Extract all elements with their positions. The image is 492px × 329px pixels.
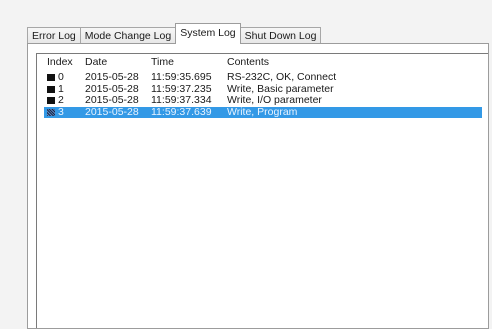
row-time: 11:59:37.334: [151, 94, 212, 106]
row-date: 2015-05-28: [85, 105, 139, 118]
row-index: 2: [58, 94, 64, 106]
list-rows: 0 2015-05-28 11:59:35.695 RS-232C, OK, C…: [37, 71, 488, 119]
log-row[interactable]: 2 2015-05-28 11:59:37.334 Write, I/O par…: [37, 94, 488, 107]
log-tab-strip: Error Log Mode Change Log System Log Shu…: [27, 22, 322, 44]
row-time: 11:59:35.695: [151, 71, 212, 83]
row-index-cell: 3: [47, 105, 64, 119]
tab-mode-change-log[interactable]: Mode Change Log: [79, 27, 177, 44]
list-header: Index Date Time Contents: [37, 54, 488, 71]
row-contents: Write, I/O parameter: [227, 94, 322, 106]
row-index: 0: [58, 71, 64, 83]
row-contents: Write, Program: [227, 105, 298, 118]
row-index: 3: [58, 105, 64, 118]
tab-panel-system-log: Index Date Time Contents 0 2015-05-28 11…: [27, 43, 489, 329]
column-header-time[interactable]: Time: [151, 54, 174, 71]
row-date: 2015-05-28: [85, 94, 139, 106]
log-row[interactable]: 0 2015-05-28 11:59:35.695 RS-232C, OK, C…: [37, 71, 488, 84]
row-contents: RS-232C, OK, Connect: [227, 71, 337, 83]
log-row-selected[interactable]: 3 2015-05-28 11:59:37.639 Write, Program: [44, 105, 482, 119]
column-header-contents[interactable]: Contents: [227, 54, 269, 71]
column-header-date[interactable]: Date: [85, 54, 107, 71]
tab-system-log[interactable]: System Log: [175, 23, 241, 44]
tab-error-log[interactable]: Error Log: [27, 27, 81, 44]
row-time: 11:59:37.639: [151, 105, 212, 118]
square-marker-icon: [47, 108, 55, 116]
row-date: 2015-05-28: [85, 71, 139, 83]
row-index: 1: [58, 82, 64, 95]
square-marker-icon: [47, 97, 55, 104]
square-marker-icon: [47, 85, 55, 93]
system-log-list[interactable]: Index Date Time Contents 0 2015-05-28 11…: [36, 53, 488, 328]
tab-shut-down-log[interactable]: Shut Down Log: [239, 27, 322, 44]
column-header-index[interactable]: Index: [47, 54, 73, 71]
system-log-window: Error Log Mode Change Log System Log Shu…: [0, 0, 492, 329]
square-marker-icon: [47, 74, 55, 81]
